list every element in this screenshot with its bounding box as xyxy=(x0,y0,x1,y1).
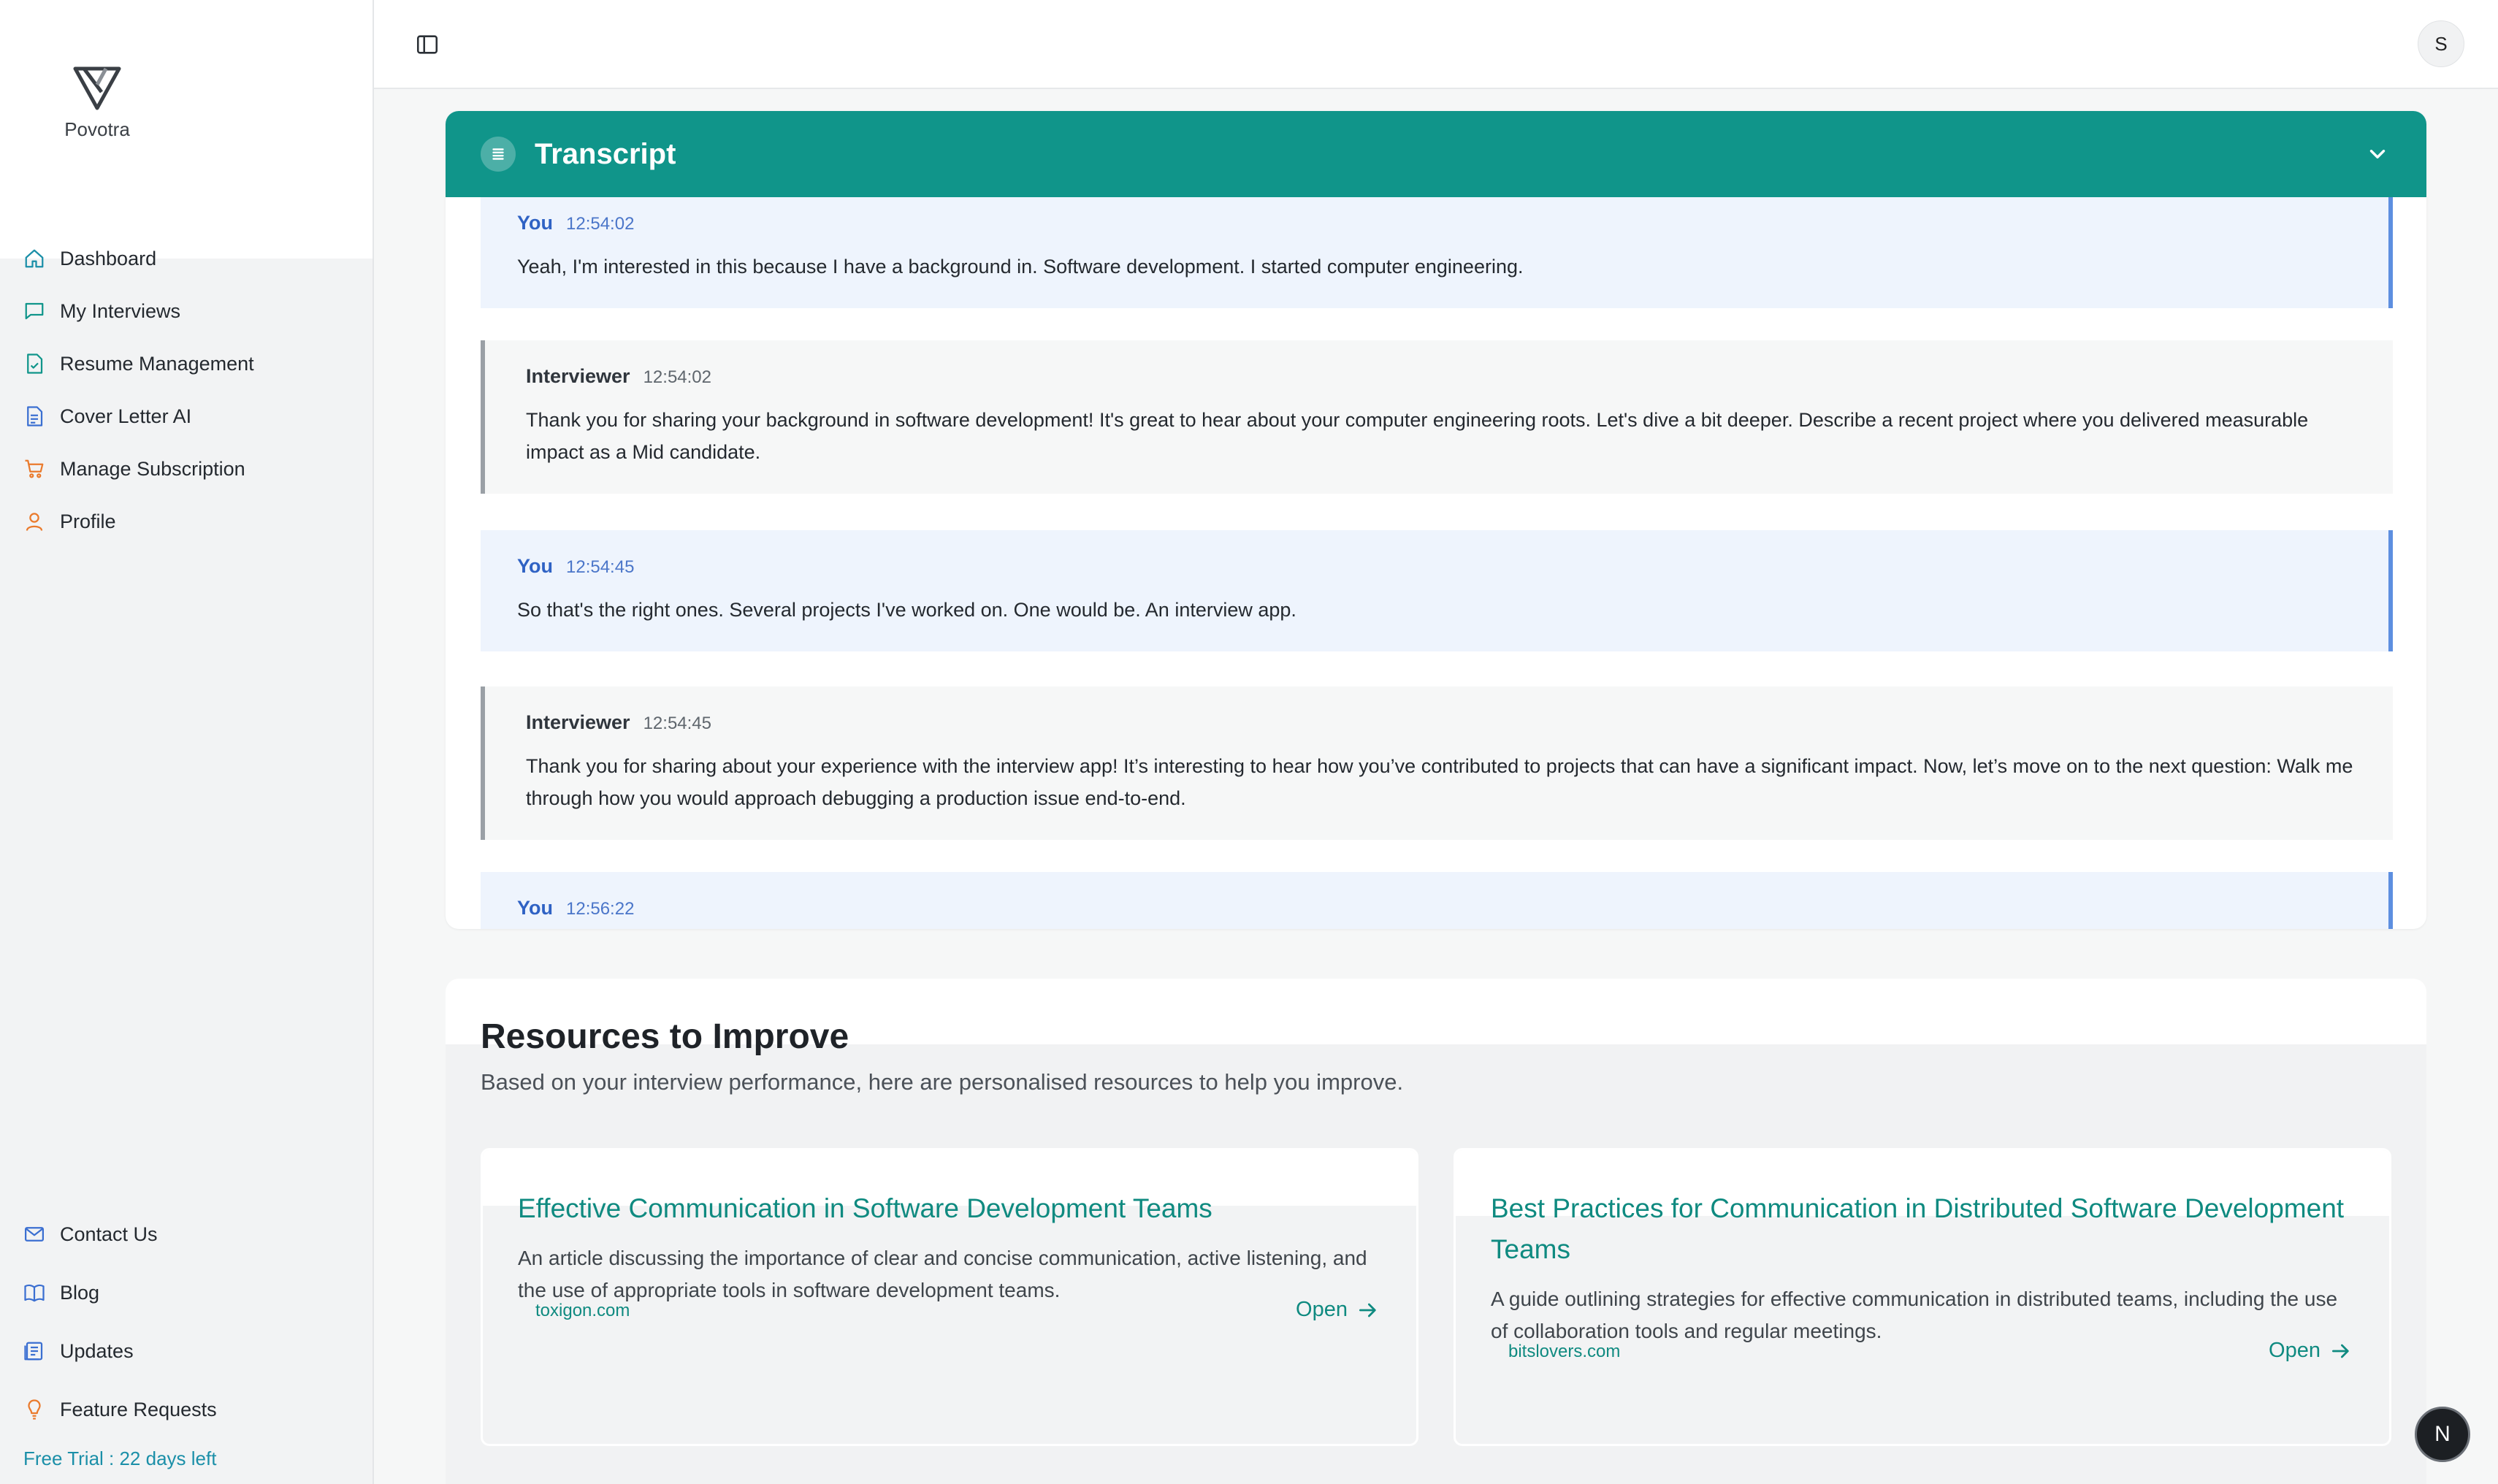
news-icon xyxy=(24,1342,43,1361)
resource-card-description: An article discussing the importance of … xyxy=(518,1247,1367,1301)
message-time: 12:54:45 xyxy=(566,557,635,577)
sidebar-item-dashboard[interactable]: Dashboard xyxy=(0,232,373,285)
sidebar-item-label: Profile xyxy=(60,510,116,532)
sidebar-item-updates[interactable]: Updates xyxy=(0,1322,373,1380)
message-speaker: Interviewer xyxy=(526,365,630,387)
open-button-label: Open xyxy=(2269,1339,2321,1362)
arrow-right-icon xyxy=(2332,1344,2349,1358)
trial-status[interactable]: Free Trial : 22 days left xyxy=(23,1447,216,1470)
transcript-header[interactable]: Transcript xyxy=(446,111,2426,197)
book-icon xyxy=(24,1284,45,1302)
message-speaker: Interviewer xyxy=(526,711,630,733)
sidebar-toggle-icon[interactable] xyxy=(415,32,440,57)
home-icon xyxy=(25,249,44,268)
arrow-right-icon xyxy=(1359,1303,1376,1317)
transcript-title: Transcript xyxy=(535,137,676,170)
resource-card[interactable]: Best Practices for Communication in Dist… xyxy=(1454,1148,2391,1446)
avatar[interactable]: S xyxy=(2418,20,2464,67)
top-bar: S xyxy=(374,0,2498,89)
message-interviewer: Interviewer 12:54:02 Thank you for shari… xyxy=(481,340,2393,494)
sidebar-nav: Dashboard My Interviews Resume Managemen… xyxy=(0,232,373,548)
resource-card-title[interactable]: Effective Communication in Software Deve… xyxy=(518,1188,1372,1229)
sidebar-item-manage-subscription[interactable]: Manage Subscription xyxy=(0,443,373,495)
message-you: You 12:54:45 So that's the right ones. S… xyxy=(481,530,2393,651)
message-speaker: You xyxy=(517,212,553,234)
cart-icon xyxy=(25,459,44,478)
resource-card-domain: toxigon.com xyxy=(535,1301,630,1320)
transcript-icon xyxy=(481,137,516,172)
user-icon xyxy=(26,513,43,531)
resources-subtitle: Based on your interview performance, her… xyxy=(481,1069,1404,1095)
message-speaker: You xyxy=(517,897,553,919)
open-button[interactable]: Open xyxy=(1296,1298,1380,1322)
message-you: You 12:54:02 Yeah, I'm interested in thi… xyxy=(481,197,2393,308)
resource-card-description: A guide outlining strategies for effecti… xyxy=(1491,1288,2338,1342)
sidebar-item-contact-us[interactable]: Contact Us xyxy=(0,1205,373,1263)
logo-icon xyxy=(73,66,121,110)
message-speaker: You xyxy=(517,555,553,577)
sidebar: Povotra Dashboard My Interviews Resume M… xyxy=(0,0,374,1484)
transcript-messages[interactable]: You 12:54:02 Yeah, I'm interested in thi… xyxy=(446,197,2426,929)
resource-card[interactable]: Effective Communication in Software Deve… xyxy=(481,1148,1418,1446)
message-text: Thank you for sharing about your experie… xyxy=(526,755,2353,809)
message-time: 12:56:22 xyxy=(566,899,635,919)
message-time: 12:54:45 xyxy=(643,714,711,733)
sidebar-header: Povotra xyxy=(0,0,373,259)
sidebar-item-label: Dashboard xyxy=(60,247,157,269)
message-text: Yeah, I'm interested in this because I h… xyxy=(517,256,1524,278)
resources-title: Resources to Improve xyxy=(481,1017,849,1056)
document-icon xyxy=(27,406,43,427)
sidebar-item-label: Resume Management xyxy=(60,352,254,375)
logo[interactable]: Povotra xyxy=(57,63,137,143)
open-button-label: Open xyxy=(1296,1298,1348,1321)
sidebar-item-my-interviews[interactable]: My Interviews xyxy=(0,285,373,337)
message-time: 12:54:02 xyxy=(566,214,635,234)
resources-section: Resources to Improve Based on your inter… xyxy=(446,979,2426,1484)
sidebar-item-blog[interactable]: Blog xyxy=(0,1263,373,1322)
lightbulb-icon xyxy=(28,1399,41,1420)
sidebar-item-label: Blog xyxy=(60,1281,100,1304)
resource-card-domain: bitslovers.com xyxy=(1508,1342,1621,1361)
sidebar-item-label: My Interviews xyxy=(60,299,181,322)
file-check-icon xyxy=(27,353,43,374)
message-text: So that's the right ones. Several projec… xyxy=(517,599,1296,621)
sidebar-item-label: Contact Us xyxy=(60,1223,158,1245)
chat-icon xyxy=(25,302,44,320)
chevron-down-icon[interactable] xyxy=(2365,142,2390,167)
sidebar-bottom-nav: Contact Us Blog Updates Feature Requests xyxy=(0,1205,373,1439)
message-time: 12:54:02 xyxy=(643,367,711,387)
sidebar-item-label: Manage Subscription xyxy=(60,457,245,480)
message-you: You 12:56:22 xyxy=(481,872,2393,929)
message-interviewer: Interviewer 12:54:45 Thank you for shari… xyxy=(481,686,2393,840)
sidebar-item-profile[interactable]: Profile xyxy=(0,495,373,548)
message-text: Thank you for sharing your background in… xyxy=(526,409,2309,463)
sidebar-item-resume-management[interactable]: Resume Management xyxy=(0,337,373,390)
mail-icon xyxy=(25,1227,44,1242)
logo-text: Povotra xyxy=(64,118,130,140)
sidebar-item-label: Feature Requests xyxy=(60,1398,217,1420)
resource-card-title[interactable]: Best Practices for Communication in Dist… xyxy=(1491,1188,2345,1270)
transcript-panel: Transcript You 12:54:02 Yeah, I'm intere… xyxy=(446,111,2426,929)
sidebar-item-label: Cover Letter AI xyxy=(60,405,192,427)
sidebar-item-label: Updates xyxy=(60,1339,134,1362)
sidebar-item-feature-requests[interactable]: Feature Requests xyxy=(0,1380,373,1439)
sidebar-item-cover-letter-ai[interactable]: Cover Letter AI xyxy=(0,390,373,443)
floating-action-button[interactable]: N xyxy=(2415,1407,2470,1462)
open-button[interactable]: Open xyxy=(2269,1339,2353,1363)
